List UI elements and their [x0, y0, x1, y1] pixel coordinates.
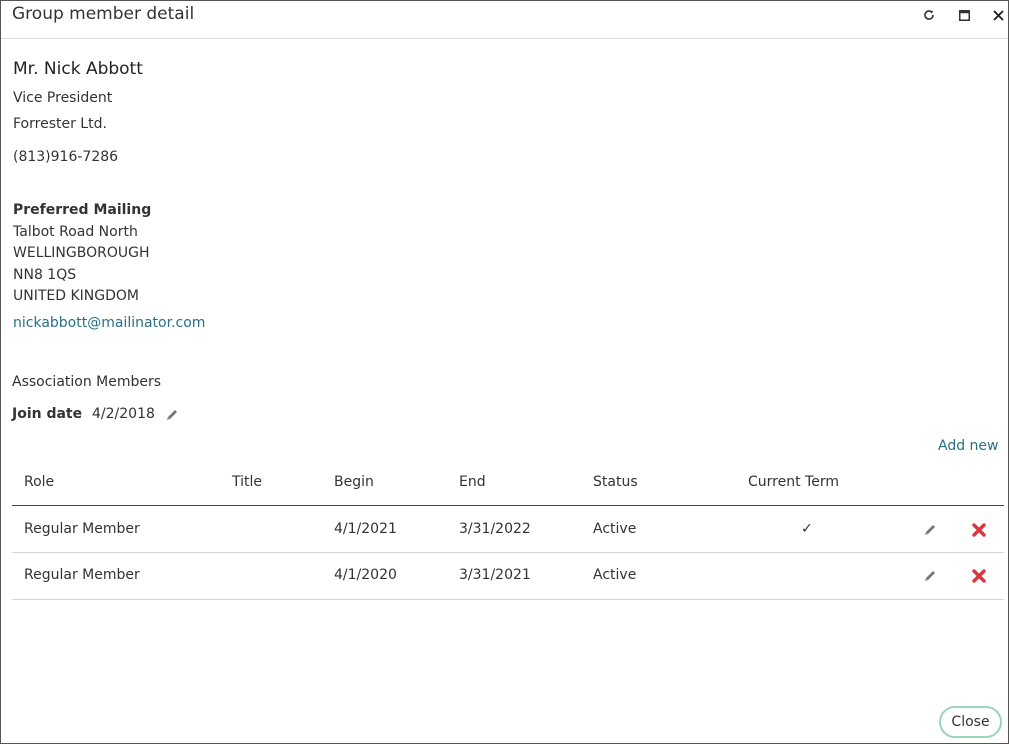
edit-row-button[interactable]	[922, 568, 938, 584]
row-end: 3/31/2021	[459, 567, 531, 583]
column-header-status: Status	[593, 474, 638, 490]
address-line-3: NN8 1QS	[13, 267, 77, 283]
association-members-heading: Association Members	[12, 374, 162, 390]
edit-join-date-button[interactable]	[164, 407, 180, 423]
dialog-titlebar: Group member detail	[1, 1, 1008, 39]
delete-x-icon	[972, 523, 986, 537]
row-begin: 4/1/2021	[334, 521, 397, 537]
group-member-detail-dialog: Group member detail Mr. Nick Abbott Vice…	[0, 0, 1009, 744]
dialog-title: Group member detail	[12, 4, 195, 24]
member-company: Forrester Ltd.	[13, 116, 107, 132]
address-line-4: UNITED KINGDOM	[13, 288, 139, 304]
close-dialog-button[interactable]	[989, 6, 1007, 24]
delete-x-icon	[972, 569, 986, 583]
column-header-begin: Begin	[334, 474, 374, 490]
join-date-value: 4/2/2018	[92, 406, 155, 422]
pencil-icon	[925, 525, 935, 535]
close-button[interactable]: Close	[939, 706, 1002, 738]
edit-row-button[interactable]	[922, 522, 938, 538]
pencil-icon	[925, 571, 935, 581]
row-role: Regular Member	[24, 521, 140, 537]
column-header-title: Title	[232, 474, 263, 490]
refresh-icon	[924, 10, 934, 20]
pencil-icon	[167, 410, 177, 420]
row-end: 3/31/2022	[459, 521, 531, 537]
delete-row-button[interactable]	[971, 568, 987, 584]
preferred-mailing-heading: Preferred Mailing	[13, 202, 152, 218]
column-header-role: Role	[24, 474, 55, 490]
add-new-link[interactable]: Add new	[938, 438, 999, 454]
refresh-button[interactable]	[920, 6, 938, 24]
row-divider	[12, 599, 1004, 600]
email-link[interactable]: nickabbott@mailinator.com	[13, 315, 205, 331]
member-phone: (813)916-7286	[13, 149, 119, 165]
close-icon	[992, 9, 1004, 21]
column-header-current-term: Current Term	[748, 474, 839, 490]
member-name: Mr. Nick Abbott	[13, 59, 143, 79]
row-role: Regular Member	[24, 567, 140, 583]
member-job-title: Vice President	[13, 90, 113, 106]
column-header-end: End	[459, 474, 486, 490]
row-begin: 4/1/2020	[334, 567, 397, 583]
row-status: Active	[593, 521, 637, 537]
delete-row-button[interactable]	[971, 522, 987, 538]
row-status: Active	[593, 567, 637, 583]
join-date-label: Join date	[12, 406, 83, 422]
current-term-checkmark: ✓	[801, 521, 813, 537]
address-line-1: Talbot Road North	[13, 224, 138, 240]
maximize-icon	[958, 9, 970, 21]
maximize-button[interactable]	[955, 6, 973, 24]
address-line-2: WELLINGBOROUGH	[13, 245, 150, 261]
